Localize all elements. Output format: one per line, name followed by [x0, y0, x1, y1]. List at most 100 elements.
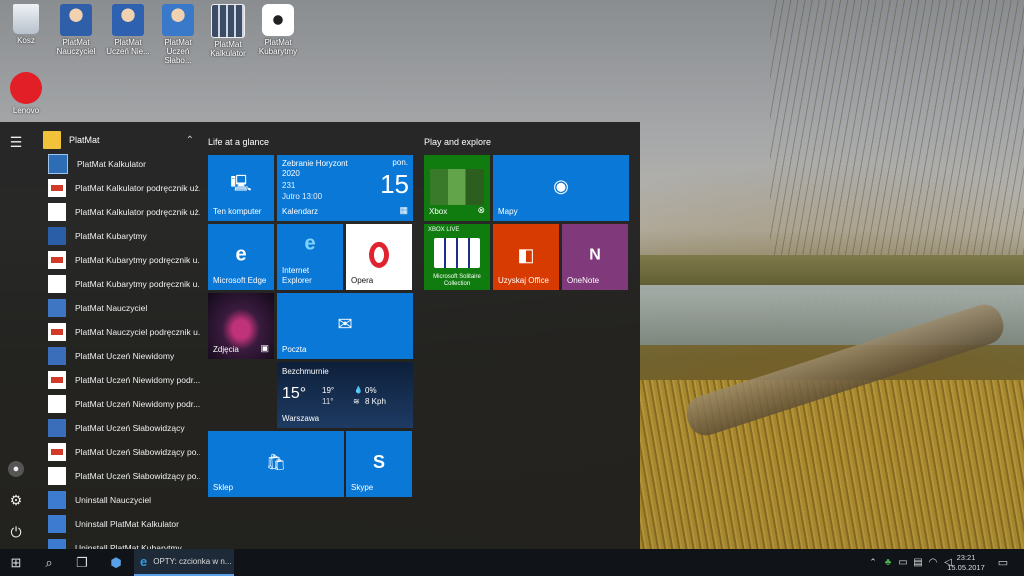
app-icon: ⬢ [110, 554, 122, 570]
tile-label: Kalendarz [282, 207, 319, 216]
precip-icon: 💧 [354, 387, 363, 394]
tile-label: Internet Explorer [282, 266, 312, 285]
power-icon[interactable]: ⏻ [8, 524, 24, 540]
app-list-item[interactable]: PlatMat Uczeń Niewidomy podr... [40, 368, 200, 392]
photos-icon: ▣ [260, 343, 269, 353]
battery-icon[interactable]: ▭ [896, 549, 910, 576]
app-list-item[interactable]: PlatMat Kalkulator [40, 152, 200, 176]
clock-date: 15.05.2017 [947, 562, 985, 572]
app-list-item[interactable]: Uninstall Nauczyciel [40, 488, 200, 512]
app-list-item-label: PlatMat Kalkulator [77, 159, 146, 169]
app-list-item-label: Uninstall PlatMat Kalkulator [75, 519, 179, 529]
desktop-icon-lenovo[interactable]: Lenovo [0, 72, 52, 120]
tile-skype[interactable]: S Skype [346, 431, 412, 497]
tile-label: Uzyskaj Office [498, 276, 549, 285]
task-view-icon: ❐ [76, 554, 88, 570]
xbox-logo-icon: ⊗ [477, 205, 485, 215]
app-list-item-label: PlatMat Uczeń Słabowidzący [75, 423, 185, 433]
app-list-item[interactable]: PlatMat Uczeń Słabowidzący [40, 416, 200, 440]
settings-gear-icon[interactable]: ⚙ [8, 492, 24, 508]
tray-overflow-chevron-icon[interactable]: ⌃ [866, 549, 880, 576]
tile-opera[interactable]: Opera [346, 224, 412, 290]
tray-app-icon[interactable]: ♣ [881, 549, 895, 576]
desktop-icon-teacher[interactable]: PlatMat Nauczyciel [50, 4, 102, 56]
app-list-item[interactable]: PlatMat Kalkulator podręcznik uż... [40, 176, 200, 200]
section-play-and-explore: Play and explore [424, 137, 492, 147]
desktop-icon-label: Kosz [17, 36, 35, 45]
app-list-item[interactable]: PlatMat Uczeń Niewidomy [40, 344, 200, 368]
tile-edge[interactable]: e Microsoft Edge [208, 224, 274, 290]
tile-photos[interactable]: Zdjęcia ▣ [208, 293, 274, 359]
desktop-icon-recycle-bin[interactable]: Kosz [0, 4, 52, 45]
tile-label: Opera [351, 276, 374, 285]
search-button[interactable]: ⌕ [33, 549, 65, 576]
tile-get-office[interactable]: ◧ Uzyskaj Office [493, 224, 559, 290]
app-list-item[interactable]: PlatMat Uczeń Niewidomy podr... [40, 392, 200, 416]
task-view-button[interactable]: ❐ [66, 549, 98, 576]
desktop-icon-student-lowvision[interactable]: PlatMat Uczeń Słabo... [152, 4, 204, 65]
app-naucz-icon [48, 299, 66, 317]
app-list-item[interactable]: PlatMat Nauczyciel [40, 296, 200, 320]
app-list-item[interactable]: PlatMat Uczeń Słabowidzący po... [40, 464, 200, 488]
tile-label: Microsoft Edge [213, 276, 267, 285]
wifi-icon[interactable]: ◠ [926, 549, 940, 576]
app-list-item[interactable]: PlatMat Kubarytmy podręcznik u... [40, 248, 200, 272]
cards-icon [434, 238, 480, 268]
taskbar: ⊞ ⌕ ❐ ⬢ e OPTY: czcionka w n... ⌃ ♣ ▭ ▤ … [0, 549, 1024, 576]
xbox-live-badge: XBOX LIVE [428, 227, 460, 233]
app-list-item[interactable]: PlatMat Kalkulator podręcznik uż... [40, 200, 200, 224]
app-list-item[interactable]: PlatMat Kubarytmy [40, 224, 200, 248]
app-pdf-icon [48, 179, 66, 197]
notifications-icon[interactable]: ▭ [994, 549, 1012, 576]
tile-store[interactable]: 🛍 Sklep [208, 431, 344, 497]
maps-icon: ◉ [553, 175, 569, 196]
app-list-item-label: PlatMat Kubarytmy podręcznik u... [75, 255, 200, 265]
tile-this-pc[interactable]: 🖳 Ten komputer [208, 155, 274, 221]
section-life-at-a-glance: Life at a glance [208, 137, 270, 147]
app-list-item[interactable]: PlatMat Uczeń Słabowidzący po... [40, 440, 200, 464]
user-account-icon[interactable]: ● [8, 461, 24, 477]
tile-label: Sklep [213, 483, 234, 492]
desktop-icon-label: Lenovo [12, 106, 40, 115]
app-list-item-label: Uninstall Nauczyciel [75, 495, 152, 505]
cubarithm-icon [262, 4, 294, 36]
weather-precipitation: 0% [365, 386, 377, 395]
tile-xbox[interactable]: Xbox ⊗ [424, 155, 490, 221]
tile-label: Zdjęcia [213, 345, 239, 354]
group-platmat[interactable]: PlatMat ⌃ [40, 128, 200, 152]
tile-calendar[interactable]: Zebranie Horyzont 2020 231 Jutro 13:00 p… [277, 155, 413, 221]
calendar-day: pon. [392, 158, 408, 167]
hamburger-menu-icon[interactable]: ☰ [8, 134, 24, 150]
start-button[interactable]: ⊞ [0, 549, 32, 576]
tile-label: Poczta [282, 345, 307, 354]
desktop-icon-cubarithm[interactable]: PlatMat Kubarytmy [252, 4, 304, 56]
tile-solitaire[interactable]: XBOX LIVE Microsoft Solitaire Collection [424, 224, 490, 290]
app-list-item[interactable]: PlatMat Nauczyciel podręcznik u... [40, 320, 200, 344]
clock[interactable]: 23:21 15.05.2017 [944, 549, 988, 576]
app-doc-icon [48, 275, 66, 293]
app-list-item[interactable]: Uninstall PlatMat Kalkulator [40, 512, 200, 536]
app-list-item[interactable]: Uninstall PlatMat Kubarytmy [40, 536, 200, 549]
tile-internet-explorer[interactable]: e Internet Explorer [277, 224, 343, 290]
tile-label: Xbox [429, 207, 448, 216]
tile-onenote[interactable]: N OneNote [562, 224, 628, 290]
tile-mail[interactable]: ✉ Poczta [277, 293, 413, 359]
desktop-icon-student-blind[interactable]: PlatMat Uczeń Nie... [102, 4, 154, 56]
app-list-item-label: PlatMat Nauczyciel podręcznik u... [75, 327, 200, 337]
app-pdf-icon [48, 251, 66, 269]
calendar-location: 231 [282, 181, 296, 190]
weather-high: 19° [322, 386, 335, 395]
app-list: PlatMat ⌃ PlatMat Kalkulator PlatMat Kalk… [40, 128, 200, 549]
mail-icon: ✉ [337, 313, 353, 334]
tile-label: OneNote [567, 276, 600, 285]
network-icon[interactable]: ▤ [911, 549, 925, 576]
tile-weather[interactable]: Bezchmurnie 15° 19° 11° 💧 0% ≋ 8 Kph War… [277, 362, 413, 428]
taskbar-app-pinned[interactable]: ⬢ [100, 549, 132, 576]
app-doc-icon [48, 467, 66, 485]
desktop-icon-calculator[interactable]: PlatMat Kalkulator [202, 4, 254, 58]
tile-maps[interactable]: ◉ Mapy [493, 155, 629, 221]
windows-logo-icon: ⊞ [10, 554, 22, 570]
app-pdf-icon [48, 371, 66, 389]
app-list-item[interactable]: PlatMat Kubarytmy podręcznik u... [40, 272, 200, 296]
taskbar-ie-window[interactable]: e OPTY: czcionka w n... [134, 549, 234, 576]
